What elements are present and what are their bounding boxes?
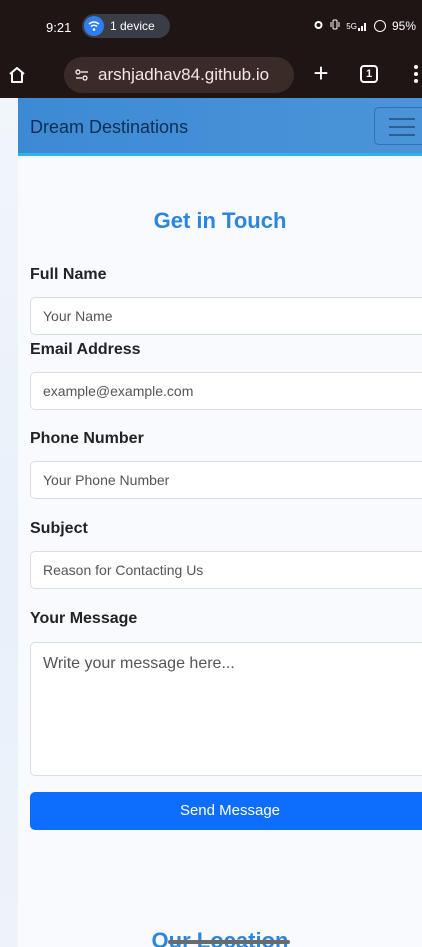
battery-percent: 95% bbox=[391, 19, 416, 33]
device-label: 1 device bbox=[110, 19, 155, 33]
vibrate-icon bbox=[330, 19, 340, 33]
phone-input[interactable]: Your Phone Number bbox=[30, 461, 422, 499]
subject-input[interactable]: Reason for Contacting Us bbox=[30, 551, 422, 589]
battery-icon bbox=[373, 20, 386, 32]
wifi-icon bbox=[84, 16, 104, 36]
plus-icon: + bbox=[313, 58, 329, 88]
full-name-label: Full Name bbox=[30, 266, 107, 283]
alarm-icon bbox=[313, 19, 324, 33]
email-input[interactable]: example@example.com bbox=[30, 372, 422, 410]
send-message-button[interactable]: Send Message bbox=[30, 792, 422, 830]
full-name-input[interactable]: Your Name bbox=[30, 297, 422, 335]
gesture-navigation-bar[interactable] bbox=[168, 940, 290, 944]
browser-toolbar: arshjadhav84.github.io + 1 bbox=[0, 50, 422, 98]
message-textarea[interactable]: Write your message here... bbox=[30, 642, 422, 776]
contact-section: Get in Touch Full Name Your Name Email A… bbox=[18, 158, 422, 947]
site-navbar: Dream Destinations bbox=[18, 98, 422, 156]
home-icon bbox=[9, 67, 25, 83]
message-label: Your Message bbox=[30, 610, 138, 627]
site-settings-icon[interactable] bbox=[74, 68, 90, 82]
location-heading: Our Location bbox=[151, 928, 289, 947]
more-options-icon[interactable] bbox=[408, 62, 422, 88]
tab-count: 1 bbox=[365, 68, 373, 80]
home-button[interactable] bbox=[2, 60, 32, 90]
address-bar[interactable]: arshjadhav84.github.io bbox=[64, 57, 294, 93]
status-time: 9:21 bbox=[46, 20, 72, 35]
page-title: Get in Touch bbox=[153, 208, 287, 233]
hamburger-menu-icon[interactable] bbox=[374, 107, 422, 145]
url-text: arshjadhav84.github.io bbox=[98, 65, 270, 84]
status-icons: 5G 95% bbox=[313, 19, 416, 33]
tab-switcher-button[interactable]: 1 bbox=[360, 65, 378, 83]
device-pill[interactable]: 1 device bbox=[82, 14, 170, 38]
subject-label: Subject bbox=[30, 520, 88, 537]
new-tab-button[interactable]: + bbox=[306, 58, 336, 90]
signal-text: 5G bbox=[346, 22, 357, 31]
phone-screen: 9:21 1 device 5G 95% arshjadhav84.github… bbox=[0, 0, 422, 947]
status-bar: 9:21 1 device 5G 95% bbox=[0, 0, 422, 50]
email-label: Email Address bbox=[30, 341, 141, 358]
signal-icon: 5G bbox=[346, 21, 368, 31]
brand-link[interactable]: Dream Destinations bbox=[30, 117, 188, 138]
phone-label: Phone Number bbox=[30, 430, 144, 447]
